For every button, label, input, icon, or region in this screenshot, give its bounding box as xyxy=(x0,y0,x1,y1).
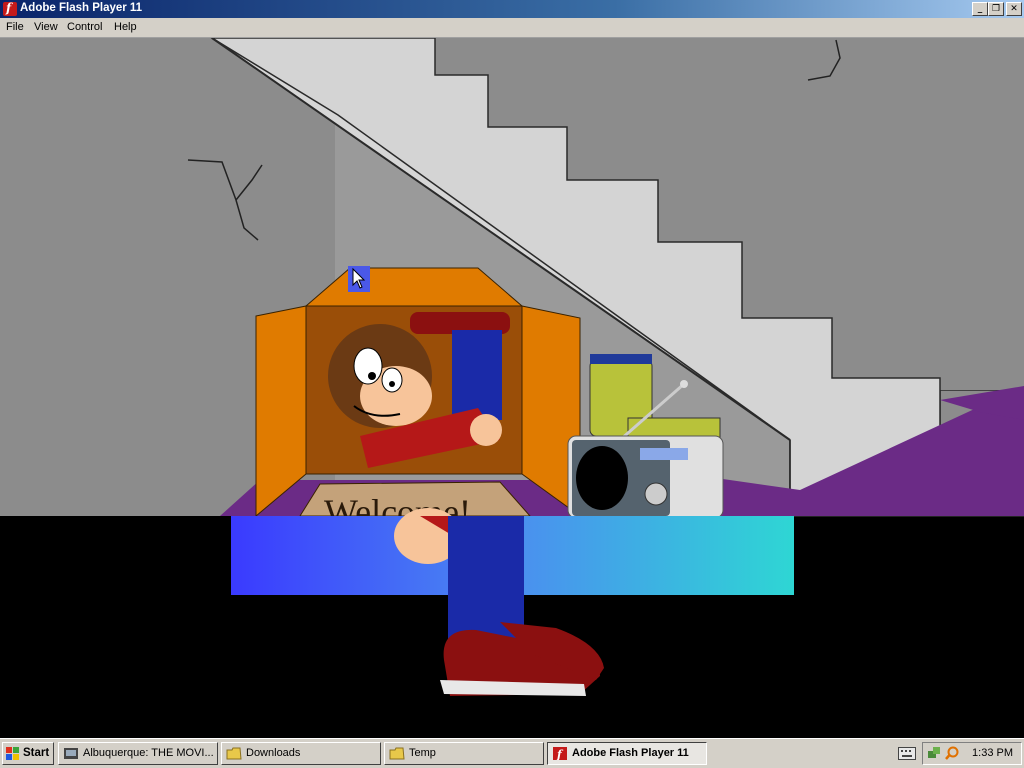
keyboard-icon[interactable] xyxy=(898,747,916,760)
task-temp[interactable]: Temp xyxy=(384,742,544,765)
network-icon[interactable] xyxy=(927,746,941,760)
title-bar: f Adobe Flash Player 11 _ ❐ ✕ xyxy=(0,0,1024,18)
search-icon[interactable] xyxy=(945,746,959,760)
menu-bar: File View Control Help xyxy=(0,18,1024,38)
task-albuquerque[interactable]: Albuquerque: THE MOVI... xyxy=(58,742,218,765)
task-flash-player[interactable]: f Adobe Flash Player 11 xyxy=(547,742,707,765)
restore-button[interactable]: ❐ xyxy=(988,2,1004,16)
menu-help[interactable]: Help xyxy=(114,21,137,33)
mouse-cursor xyxy=(348,266,370,292)
flash-stage[interactable]: Welcome! xyxy=(0,38,1024,738)
task-downloads[interactable]: Downloads xyxy=(221,742,381,765)
menu-view[interactable]: View xyxy=(34,21,58,33)
flash-icon: f xyxy=(3,1,17,16)
taskbar: Start Albuquerque: THE MOVI... Downloads… xyxy=(0,738,1024,768)
folder-icon xyxy=(226,747,242,760)
character-lower xyxy=(394,508,604,696)
character-pants xyxy=(448,516,524,642)
clock[interactable]: 1:33 PM xyxy=(972,747,1013,759)
start-button[interactable]: Start xyxy=(2,742,54,765)
menu-file[interactable]: File xyxy=(6,21,24,33)
window-title: Adobe Flash Player 11 xyxy=(20,2,143,14)
task-label: Downloads xyxy=(246,747,301,759)
task-label: Temp xyxy=(409,747,436,759)
system-tray: 1:33 PM xyxy=(922,742,1022,765)
minimize-button[interactable]: _ xyxy=(972,2,988,16)
folder-icon xyxy=(389,747,405,760)
start-label: Start xyxy=(23,747,50,759)
flash-icon: f xyxy=(553,747,567,760)
windows-logo-icon xyxy=(6,747,19,760)
task-label: Adobe Flash Player 11 xyxy=(572,747,689,759)
browser-icon xyxy=(64,748,78,759)
menu-control[interactable]: Control xyxy=(67,21,102,33)
task-label: Albuquerque: THE MOVI... xyxy=(83,747,214,759)
close-button[interactable]: ✕ xyxy=(1006,2,1022,16)
